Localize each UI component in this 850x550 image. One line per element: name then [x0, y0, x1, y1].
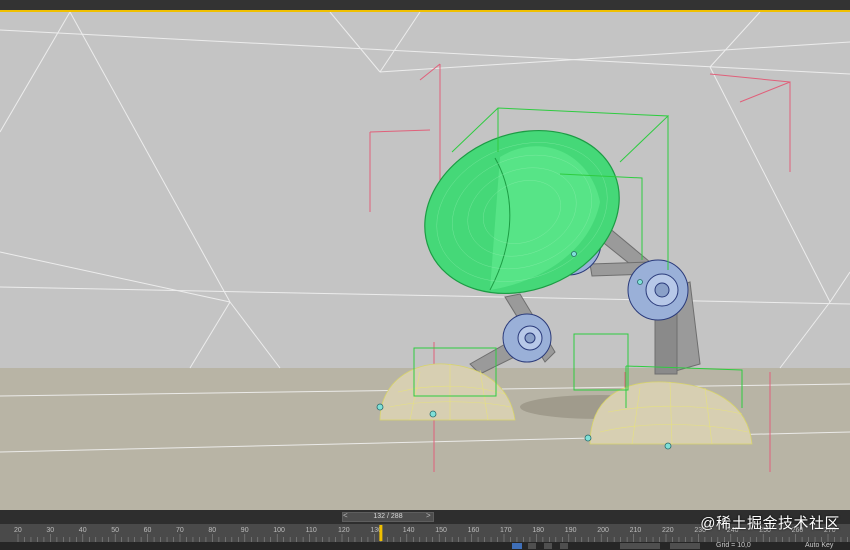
spinner-field-2[interactable] — [670, 543, 700, 549]
ruler-label: 110 — [306, 527, 317, 534]
ruler-label: 120 — [338, 527, 350, 534]
spinner-field[interactable] — [620, 543, 660, 549]
ruler-label: 210 — [630, 527, 642, 534]
play-icon[interactable] — [512, 543, 522, 549]
app-window: < 132 / 288 > 20 30 40 50 60 70 80 90 100 110 120 1… — [0, 0, 850, 550]
ruler-label: 50 — [111, 527, 119, 534]
ruler-label: 80 — [208, 527, 216, 534]
robot-body — [424, 129, 620, 295]
viewport-title-strip — [0, 0, 850, 10]
ruler-label: 60 — [144, 527, 152, 534]
key-icon[interactable] — [544, 543, 552, 549]
ruler-label: 20 — [14, 527, 22, 534]
ruler-label: 90 — [241, 527, 249, 534]
status-bar: Grid = 10,0 Auto Key — [0, 542, 850, 550]
lock-icon[interactable] — [528, 543, 536, 549]
watermark: @稀土掘金技术社区 — [700, 515, 840, 532]
ruler-label: 190 — [565, 527, 577, 534]
ruler-label: 70 — [176, 527, 184, 534]
current-frame-marker — [379, 525, 383, 541]
scene-canvas — [0, 12, 850, 510]
ruler-label: 150 — [435, 527, 447, 534]
grid-label: Grid = 10,0 — [716, 542, 751, 549]
ruler-label: 40 — [79, 527, 87, 534]
previous-frame-button[interactable]: < — [343, 511, 348, 521]
ruler-label: 200 — [597, 527, 609, 534]
ruler-label: 160 — [468, 527, 480, 534]
ruler-label: 100 — [273, 527, 285, 534]
ruler-label: 170 — [500, 527, 512, 534]
time-config-icon[interactable] — [560, 543, 568, 549]
perspective-viewport[interactable] — [0, 12, 850, 510]
auto-key-button[interactable]: Auto Key — [805, 542, 833, 550]
ruler-label: 30 — [46, 527, 54, 534]
frame-readout: 132 / 288 — [373, 513, 403, 520]
ruler-label: 140 — [403, 527, 415, 534]
ruler-label: 220 — [662, 527, 674, 534]
ruler-label: 180 — [532, 527, 544, 534]
next-frame-button[interactable]: > — [426, 511, 431, 521]
